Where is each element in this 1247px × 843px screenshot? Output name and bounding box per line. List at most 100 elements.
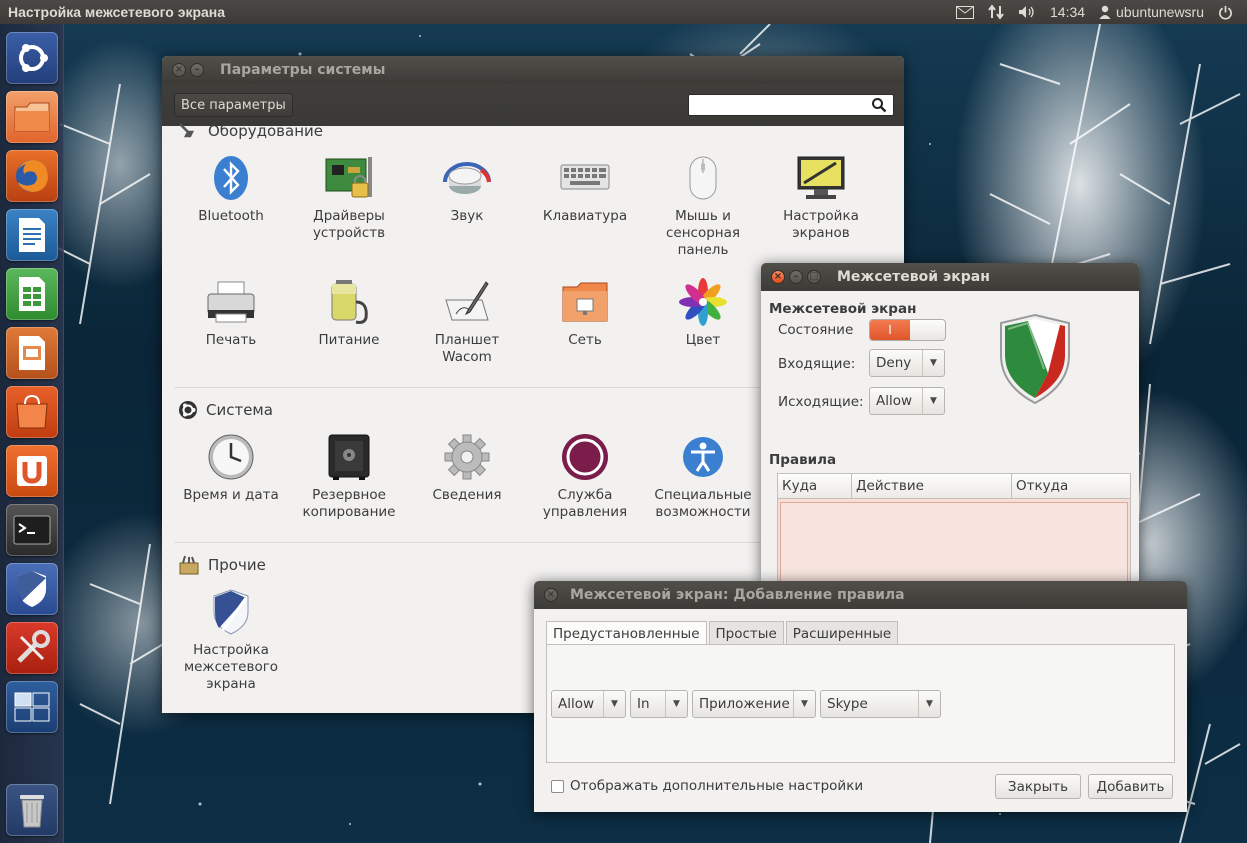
bluetooth-icon [205,152,257,204]
add-rule-title: Межсетевой экран: Добавление правила [570,587,905,603]
add-rule-dialog: × Межсетевой экран: Добавление правила П… [534,581,1187,812]
shield-icon [205,586,257,638]
settings-item-firewall[interactable]: Настройка межсетевого экрана [172,586,290,693]
launcher-firefox-button[interactable] [6,150,58,202]
gear-icon [441,431,493,483]
section-hardware-header: Оборудование [178,122,323,140]
clock[interactable]: 14:34 [1050,4,1085,20]
user-menu[interactable]: ubuntunewsru [1099,4,1204,20]
settings-minimize-button[interactable]: – [190,63,204,77]
settings-search-input[interactable] [688,94,894,116]
settings-item-mouse[interactable]: Мышь и сенсорная панель [644,152,762,259]
launcher-software-center-button[interactable] [6,386,58,438]
settings-item-sound[interactable]: Звук [408,152,526,225]
settings-titlebar[interactable]: × – Параметры системы [162,56,904,84]
settings-item-wacom[interactable]: Планшет Wacom [408,276,526,366]
launcher-workspace-switcher-button[interactable] [6,681,58,733]
settings-item-details[interactable]: Сведения [408,431,526,504]
settings-item-color[interactable]: Цвет [644,276,762,349]
printer-icon [205,276,257,328]
column-header-action[interactable]: Действие [852,474,1012,498]
launcher-impress-button[interactable] [6,327,58,379]
chevron-down-icon: ▼ [793,691,815,717]
rule-category-select[interactable]: Приложение ▼ [692,690,816,718]
status-label: Состояние [778,322,854,338]
volume-icon[interactable] [1018,5,1036,19]
add-rule-close-button[interactable]: × [544,588,558,602]
rule-application-select[interactable]: Skype ▼ [820,690,941,718]
rule-action-select[interactable]: Allow ▼ [551,690,626,718]
network-icon[interactable] [988,4,1004,20]
rules-table-header: Куда Действие Откуда [778,474,1130,499]
add-button[interactable]: Добавить [1088,774,1173,799]
settings-item-power[interactable]: Питание [290,276,408,349]
launcher-files-button[interactable] [6,91,58,143]
rule-direction-select[interactable]: In ▼ [630,690,688,718]
section-hardware-title: Оборудование [208,122,323,140]
tab-advanced[interactable]: Расширенные [785,621,899,645]
firewall-status-toggle[interactable]: I [869,319,946,341]
wrench-icon [179,123,195,138]
settings-item-keyboard[interactable]: Клавиатура [526,152,644,225]
show-advanced-checkbox[interactable] [551,780,564,793]
search-icon [871,97,887,117]
settings-item-accessibility[interactable]: Специальные возможности [644,431,762,521]
close-button[interactable]: Закрыть [995,774,1081,799]
firewall-maximize-button[interactable]: □ [807,270,821,284]
sound-knob-icon [441,152,493,204]
settings-item-drivers[interactable]: Драйверы устройств [290,152,408,242]
power-icon[interactable] [1218,5,1233,20]
outgoing-policy-select[interactable]: Allow ▼ [869,387,945,415]
rule-direction-value: In [637,696,650,712]
section-other-header: Прочие [178,555,266,575]
tablet-pen-icon [441,276,493,328]
rules-list[interactable] [780,502,1128,581]
chevron-down-icon: ▼ [922,350,944,376]
ubuntu-one-icon [17,456,47,486]
column-header-to[interactable]: Куда [778,474,852,498]
writer-icon [19,218,45,252]
settings-item-bluetooth[interactable]: Bluetooth [172,152,290,225]
launcher-system-settings-button[interactable] [6,622,58,674]
settings-item-displays[interactable]: Настройка экранов [762,152,880,242]
tab-preconfigured[interactable]: Предустановленные [546,621,707,646]
settings-item-printing[interactable]: Печать [172,276,290,349]
firewall-minimize-button[interactable]: – [789,270,803,284]
settings-tools-icon [17,630,50,663]
toggle-on-indicator: I [870,320,910,340]
user-icon [1099,5,1111,19]
settings-item-time-date[interactable]: Время и дата [172,431,290,504]
incoming-policy-select[interactable]: Deny ▼ [869,349,945,377]
impress-icon [19,336,45,370]
outgoing-label: Исходящие: [778,394,864,410]
settings-item-network[interactable]: Сеть [526,276,644,349]
launcher-terminal-button[interactable] [6,504,58,556]
column-header-from[interactable]: Откуда [1012,474,1130,498]
launcher-writer-button[interactable] [6,209,58,261]
firewall-window: × – □ Межсетевой экран Межсетевой экран … [761,263,1139,581]
launcher-dash-button[interactable] [6,32,58,84]
rule-application-value: Skype [827,696,868,712]
incoming-label: Входящие: [778,356,856,372]
firewall-close-button[interactable]: × [771,270,785,284]
tab-simple[interactable]: Простые [708,621,784,645]
chevron-down-icon: ▼ [603,691,625,717]
settings-item-backup[interactable]: Резервное копирование [290,431,408,521]
launcher-firewall-button[interactable] [6,563,58,615]
active-app-title: Настройка межсетевого экрана [8,4,226,20]
accessibility-icon [677,431,729,483]
all-settings-button[interactable]: Все параметры [174,93,293,117]
add-rule-titlebar[interactable]: × Межсетевой экран: Добавление правила [534,581,1187,609]
settings-close-button[interactable]: × [172,63,186,77]
battery-icon [323,276,375,328]
mail-icon[interactable] [956,5,974,19]
settings-item-management-service[interactable]: Служба управления [526,431,644,521]
launcher-calc-button[interactable] [6,268,58,320]
keyboard-icon [559,152,611,204]
firewall-window-title: Межсетевой экран [837,269,990,285]
launcher-ubuntu-one-button[interactable] [6,445,58,497]
gufw-shield-icon [1000,313,1070,405]
landscape-ring-icon [559,431,611,483]
firewall-titlebar[interactable]: × – □ Межсетевой экран [761,263,1139,291]
launcher-trash-button[interactable] [6,784,58,836]
